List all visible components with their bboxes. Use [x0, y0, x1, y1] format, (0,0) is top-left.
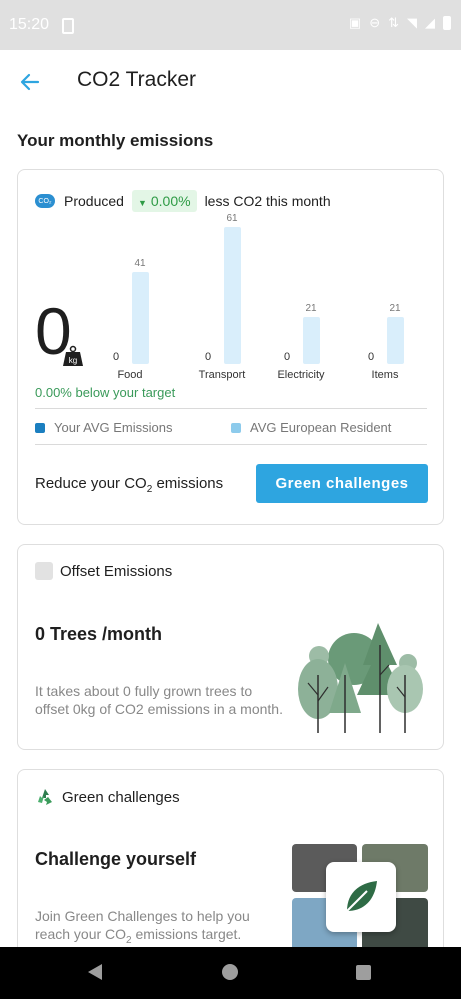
trees-illustration-icon [298, 623, 423, 733]
kg-unit-label: kg [69, 356, 77, 365]
dnd-icon: ⊖ [369, 15, 381, 30]
challenges-header-label: Green challenges [62, 788, 180, 806]
offset-header-label: Offset Emissions [60, 562, 173, 580]
reduce-text-post: emissions [152, 475, 224, 492]
challenge-desc-post: emissions target. [131, 926, 242, 942]
reduce-text-pre: Reduce your CO [35, 475, 147, 492]
sim-icon [62, 18, 74, 34]
page-title: CO2 Tracker [77, 68, 197, 91]
category-label: Items [371, 369, 399, 381]
offset-card: Offset Emissions 0 Trees /month It takes… [17, 544, 444, 750]
divider [35, 408, 427, 409]
divider [35, 444, 427, 445]
bar-european-food [131, 271, 149, 364]
status-icons: ▣ ⊖ ⇅ ◥ ◢ [349, 15, 451, 31]
challenges-card: Green challenges Challenge yourself Join… [17, 769, 444, 969]
target-text: 0.00% below your target [35, 385, 176, 400]
your-value-label: 0 [368, 351, 375, 363]
challenge-description: Join Green Challenges to help you reach … [35, 907, 285, 950]
legend-label-yours: Your AVG Emissions [54, 420, 173, 435]
green-challenges-button[interactable]: Green challenges [256, 464, 428, 503]
status-time: 15:20 [9, 16, 50, 33]
wifi-icon: ◥ [407, 15, 417, 30]
category-label: Transport [198, 369, 246, 381]
bar-european-electricity [302, 316, 320, 364]
signal-icon: ⇅ [388, 15, 399, 30]
screenshot-icon: ▣ [348, 15, 362, 30]
challenges-header: Green challenges [35, 787, 180, 807]
battery-icon [443, 16, 451, 30]
produced-row: CO₂ Produced ▼ 0.00% less CO2 this month [35, 190, 331, 212]
bar-european-transport [223, 227, 241, 364]
recents-square-icon[interactable] [356, 965, 371, 980]
bar-value-label: 21 [305, 302, 317, 314]
leaf-icon [346, 881, 377, 912]
legend-dot-european [231, 422, 241, 433]
change-badge: ▼ 0.00% [131, 190, 197, 212]
back-triangle-icon[interactable] [88, 964, 102, 980]
section-title: Your monthly emissions [17, 131, 214, 150]
your-value-label: 0 [284, 351, 291, 363]
trees-description: It takes about 0 fully grown trees to of… [35, 683, 283, 717]
challenge-title: Challenge yourself [35, 849, 197, 869]
change-suffix: less CO2 this month [204, 193, 331, 209]
category-label: Electricity [277, 369, 325, 381]
legend-item-yours: Your AVG Emissions [35, 420, 173, 435]
reduce-text: Reduce your CO2 emissions [35, 475, 223, 495]
offset-checkbox[interactable] [35, 562, 53, 580]
status-bar: 15:20 ▣ ⊖ ⇅ ◥ ◢ [0, 0, 461, 50]
bar-value-label: 41 [134, 257, 146, 269]
your-value-label: 0 [205, 351, 212, 363]
app-bar [0, 50, 461, 114]
recycle-icon [38, 789, 52, 805]
weight-kg-icon: kg [63, 345, 83, 366]
leaf-logo-tile [326, 862, 396, 932]
bar-european-items [386, 316, 404, 364]
emissions-card: CO₂ Produced ▼ 0.00% less CO2 this month … [17, 169, 444, 525]
co2-cloud-icon: CO₂ [35, 194, 55, 208]
category-label: Food [117, 369, 143, 381]
change-value: 0.00% [150, 193, 191, 209]
legend-item-european: AVG European Resident [231, 420, 391, 435]
trees-title: 0 Trees /month [35, 624, 163, 644]
offset-header: Offset Emissions [35, 562, 172, 580]
your-value-label: 0 [113, 351, 120, 363]
down-triangle-icon: ▼ [137, 198, 147, 208]
legend-dot-yours [35, 422, 45, 433]
back-arrow-icon[interactable] [18, 70, 42, 94]
signal-bars-icon: ◢ [425, 15, 435, 30]
bar-value-label: 61 [226, 213, 238, 224]
legend-label-european: AVG European Resident [250, 420, 392, 435]
produced-label: Produced [64, 193, 124, 209]
bar-value-label: 21 [389, 302, 401, 314]
home-circle-icon[interactable] [222, 964, 238, 980]
